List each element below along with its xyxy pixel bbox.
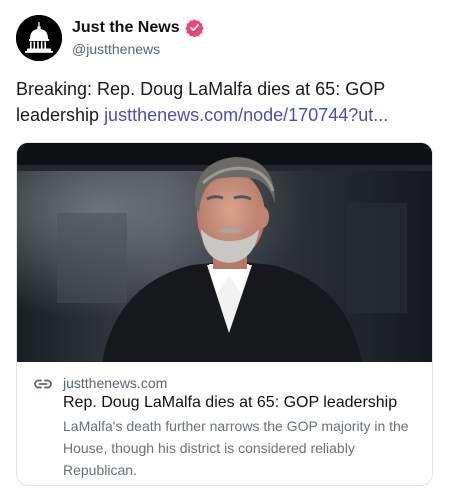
post-link[interactable]: justthenews.com/node/170744?ut... bbox=[104, 105, 388, 125]
author-handle[interactable]: @justthenews bbox=[72, 39, 204, 59]
post-text: Breaking: Rep. Doug LaMalfa dies at 65: … bbox=[16, 76, 436, 128]
post-header: Just the News @justthenews bbox=[16, 14, 204, 62]
author-block: Just the News @justthenews bbox=[72, 18, 204, 59]
verified-badge-icon bbox=[184, 19, 204, 37]
card-description: LaMalfa's death further narrows the GOP … bbox=[63, 418, 409, 478]
author-name-row: Just the News bbox=[72, 18, 204, 38]
link-preview-card[interactable]: justthenews.com Rep. Doug LaMalfa dies a… bbox=[16, 142, 433, 486]
author-display-name[interactable]: Just the News bbox=[72, 18, 180, 38]
card-domain: justthenews.com bbox=[63, 375, 168, 391]
card-title[interactable]: Rep. Doug LaMalfa dies at 65: GOP leader… bbox=[63, 393, 423, 413]
capitol-dome-icon bbox=[16, 15, 62, 61]
portrait-photo bbox=[17, 143, 432, 362]
avatar[interactable] bbox=[16, 15, 62, 61]
card-body: justthenews.com Rep. Doug LaMalfa dies a… bbox=[17, 362, 432, 485]
post: Just the News @justthenews Breaking: Rep… bbox=[0, 0, 450, 500]
chain-link-icon bbox=[34, 379, 52, 389]
